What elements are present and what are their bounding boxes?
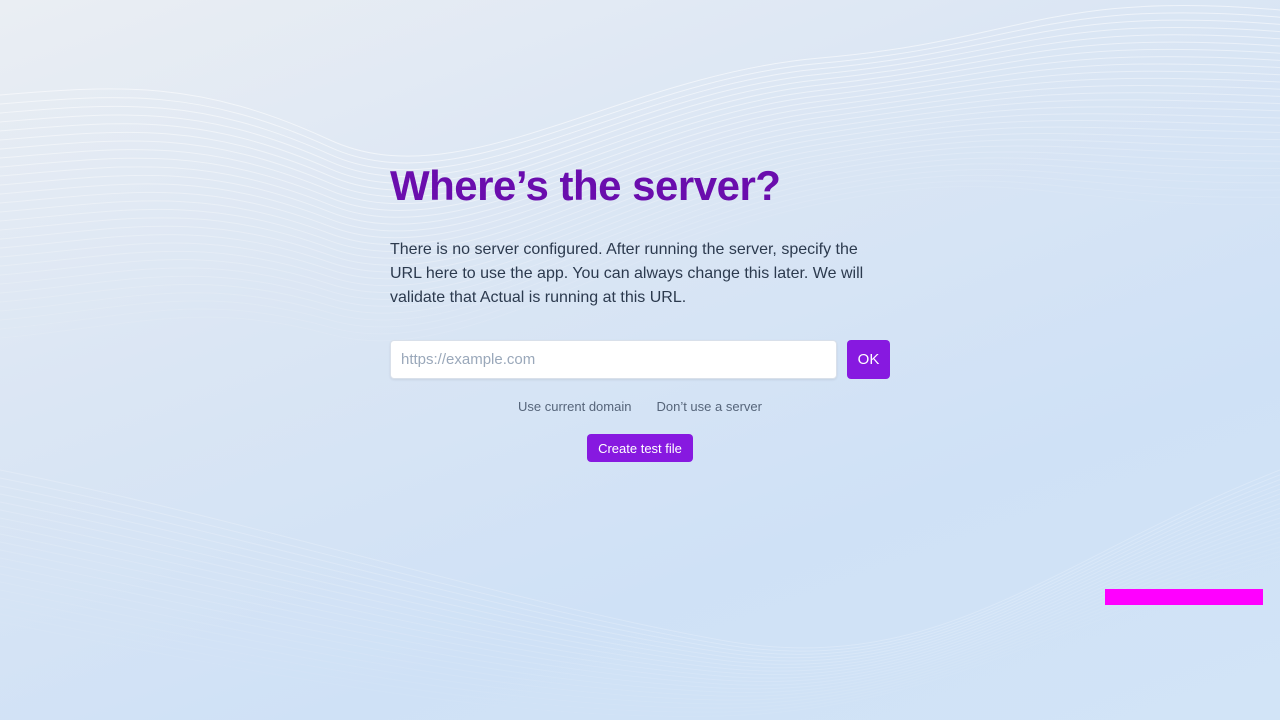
wave-line	[0, 551, 1280, 709]
test-file-row: Create test file	[390, 434, 890, 462]
wave-line	[0, 536, 1280, 697]
wave-line	[0, 19, 1280, 171]
create-test-file-button[interactable]: Create test file	[587, 434, 693, 462]
wave-line	[0, 4, 1280, 157]
wave-line	[0, 26, 1280, 177]
page-description: There is no server configured. After run…	[390, 241, 864, 306]
wave-line	[0, 503, 1280, 672]
server-url-input[interactable]	[390, 340, 837, 379]
wave-line	[0, 474, 1280, 652]
wave-line	[0, 517, 1280, 683]
wave-line	[0, 483, 1280, 659]
wave-line	[0, 498, 1280, 669]
ok-button[interactable]: OK	[847, 340, 890, 379]
server-setup-panel: Where’s the server? There is no server c…	[390, 160, 890, 462]
wave-line	[0, 469, 1280, 649]
page-title: Where’s the server?	[390, 162, 781, 209]
wave-line	[0, 522, 1280, 686]
wave-line	[0, 512, 1280, 679]
wave-line	[0, 541, 1280, 701]
dont-use-server-button[interactable]: Don’t use a server	[656, 399, 762, 414]
wave-line	[0, 546, 1280, 705]
wave-line	[0, 560, 1280, 717]
debug-marker-bar	[1105, 589, 1263, 605]
wave-line	[0, 488, 1280, 662]
wave-line	[0, 507, 1280, 676]
wave-line	[0, 527, 1280, 690]
wave-line	[0, 555, 1280, 713]
server-url-row: OK	[390, 340, 890, 379]
wave-line	[0, 531, 1280, 694]
wave-line	[0, 493, 1280, 665]
wave-line	[0, 12, 1280, 164]
server-options-row: Use current domain Don’t use a server	[390, 399, 890, 414]
wave-line	[0, 479, 1280, 655]
use-current-domain-button[interactable]: Use current domain	[518, 399, 631, 414]
